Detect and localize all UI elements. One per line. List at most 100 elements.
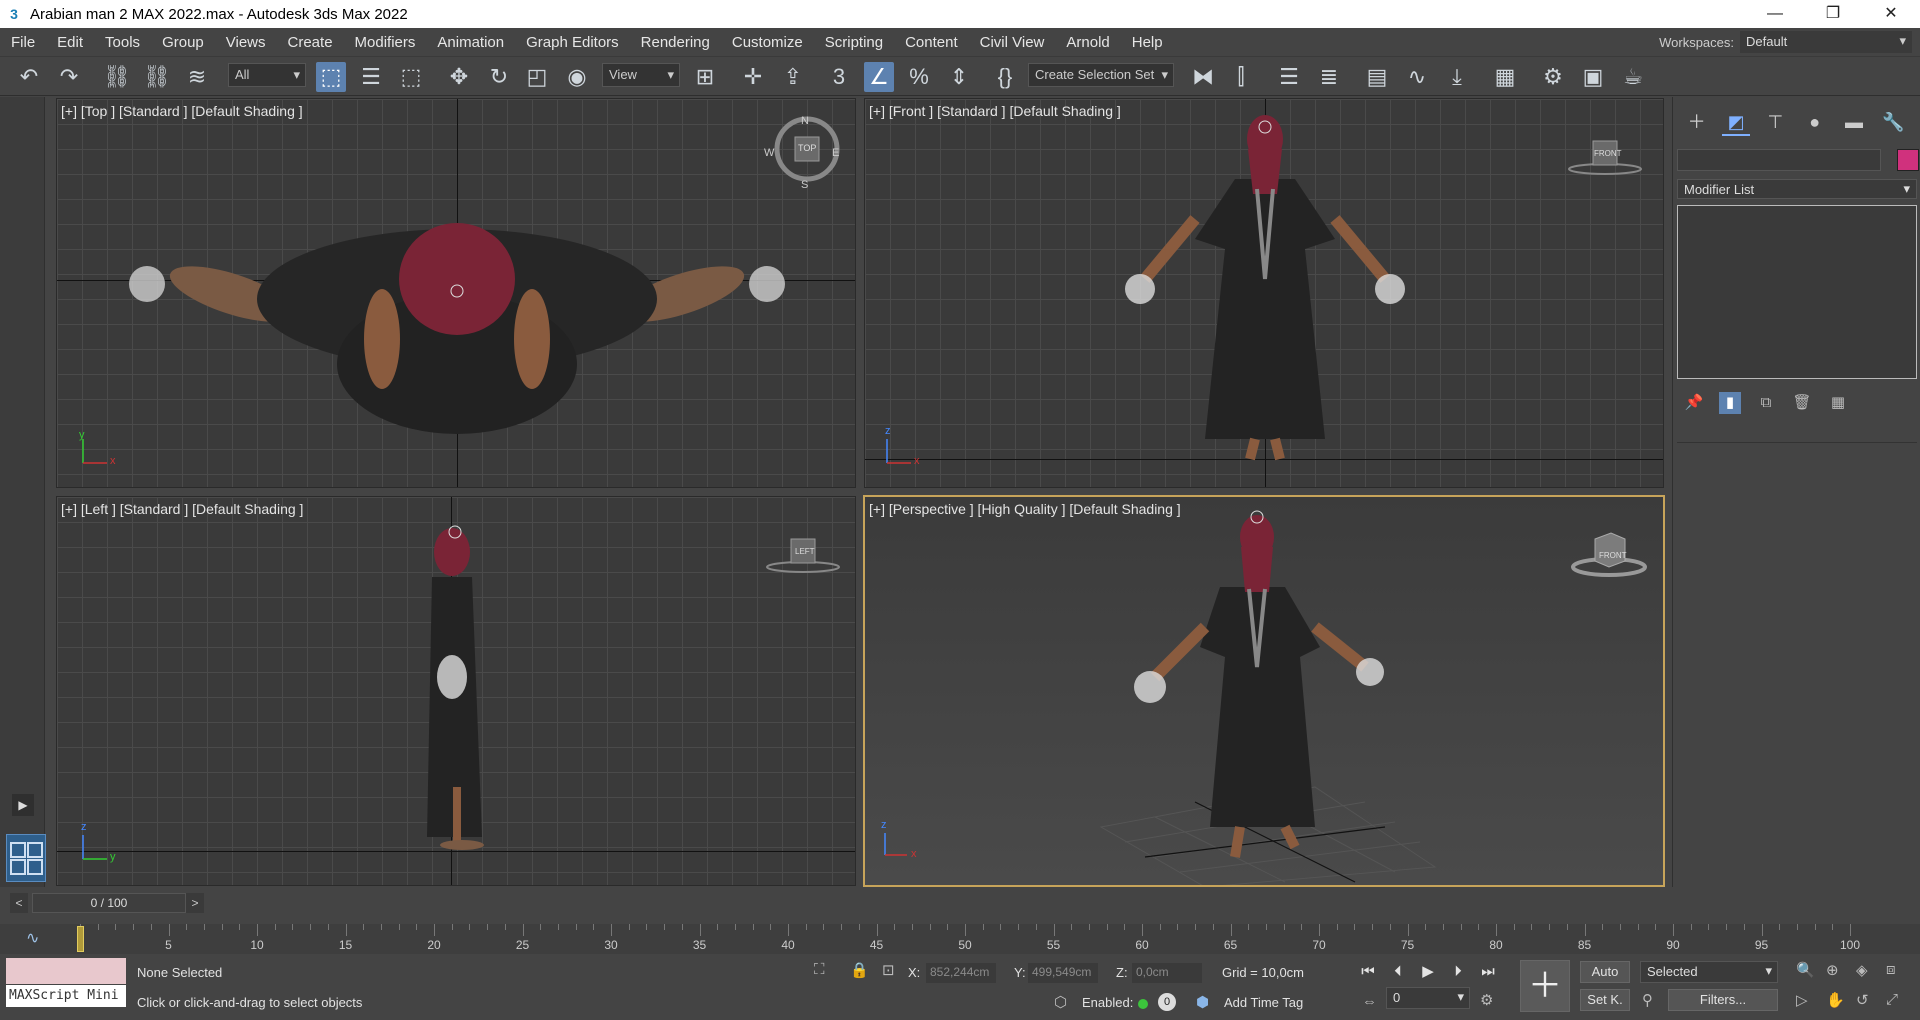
unlink-icon[interactable]: ⛓ [142, 62, 172, 92]
mirror-icon[interactable]: ⧓ [1188, 62, 1218, 92]
viewport-top[interactable]: [+] [Top ] [Standard ] [Default Shading … [56, 98, 856, 488]
pivot-icon[interactable]: ⊞ [690, 62, 720, 92]
previous-frame-icon[interactable]: ⏴ [1386, 961, 1410, 983]
curve-editor-toggle-icon[interactable]: ∿ [26, 928, 39, 948]
expand-layouts-icon[interactable]: ▶ [12, 794, 34, 816]
display-tab-icon[interactable]: ▬ [1840, 108, 1868, 136]
current-frame-marker[interactable] [77, 926, 84, 952]
object-name-field[interactable] [1677, 149, 1881, 171]
move-icon[interactable]: ✥ [444, 62, 474, 92]
redo-icon[interactable]: ↷ [54, 62, 84, 92]
menu-modifiers[interactable]: Modifiers [344, 34, 427, 51]
make-unique-icon[interactable]: ⧉ [1755, 392, 1777, 414]
y-coordinate-field[interactable]: 499,549cm [1028, 963, 1098, 983]
rectangular-selection-icon[interactable]: ⬚ [396, 62, 426, 92]
menu-scripting[interactable]: Scripting [814, 34, 894, 51]
menu-group[interactable]: Group [151, 34, 215, 51]
motion-tab-icon[interactable]: ● [1801, 108, 1829, 136]
absolute-mode-icon[interactable]: ⊡ [882, 961, 895, 979]
reference-coord-select[interactable]: View [602, 63, 680, 87]
create-tab-icon[interactable]: ＋ [1683, 108, 1711, 136]
add-time-tag[interactable]: Add Time Tag [1224, 995, 1303, 1010]
scale-icon[interactable]: ◰ [522, 62, 552, 92]
show-end-result-icon[interactable]: ▮ [1719, 392, 1741, 414]
modifier-stack[interactable] [1677, 205, 1917, 379]
close-button[interactable]: ✕ [1862, 0, 1920, 28]
menu-content[interactable]: Content [894, 34, 969, 51]
bind-spacewarp-icon[interactable]: ≋ [182, 62, 212, 92]
maximize-viewport-icon[interactable]: ⤢ [1886, 991, 1898, 1008]
menu-create[interactable]: Create [277, 34, 344, 51]
set-key-button[interactable]: Set K. [1580, 989, 1630, 1011]
minimize-button[interactable]: — [1746, 0, 1804, 28]
utilities-tab-icon[interactable]: 🔧 [1879, 108, 1907, 136]
go-to-start-icon[interactable]: ⏮ [1356, 961, 1380, 983]
time-slider-prev-button[interactable]: < [10, 893, 28, 913]
selection-lock-icon[interactable]: 🔒 [850, 961, 869, 979]
set-key-big-button[interactable]: ＋ [1520, 960, 1570, 1012]
hierarchy-tab-icon[interactable]: ⊤ [1761, 108, 1789, 136]
menu-views[interactable]: Views [215, 34, 277, 51]
menu-civil-view[interactable]: Civil View [969, 34, 1056, 51]
viewport-layout-button[interactable] [6, 834, 46, 882]
select-by-name-icon[interactable]: ☰ [356, 62, 386, 92]
select-object-icon[interactable]: ⬚ [316, 62, 346, 92]
key-filter-select[interactable]: Selected [1640, 961, 1778, 983]
keyboard-shortcut-icon[interactable]: ⇪ [778, 62, 808, 92]
zoom-extents-icon[interactable]: ◈ [1856, 961, 1868, 979]
time-slider-thumb[interactable]: 0 / 100 [32, 893, 186, 913]
edit-named-selection-icon[interactable]: {} [990, 62, 1020, 92]
menu-tools[interactable]: Tools [94, 34, 151, 51]
scene-explorer-icon[interactable]: ☰ [1274, 62, 1304, 92]
viewport-front[interactable]: [+] [Front ] [Standard ] [Default Shadin… [864, 98, 1664, 488]
current-frame-field[interactable]: 0 [1386, 987, 1470, 1009]
viewport-left[interactable]: [+] [Left ] [Standard ] [Default Shading… [56, 496, 856, 886]
menu-help[interactable]: Help [1121, 34, 1174, 51]
orbit-icon[interactable]: ↺ [1856, 991, 1869, 1009]
rendered-frame-window-icon[interactable]: ▣ [1578, 62, 1608, 92]
object-color-swatch[interactable] [1897, 149, 1919, 171]
z-coordinate-field[interactable]: 0,0cm [1132, 963, 1202, 983]
selection-filter-select[interactable]: All [228, 63, 306, 87]
track-bar[interactable]: ∿ 05101520253035404550556065707580859095… [0, 924, 1920, 954]
key-mode-icon[interactable]: ⚲ [1642, 991, 1653, 1009]
dope-sheet-icon[interactable]: ⤓ [1442, 62, 1472, 92]
material-editor-icon[interactable]: ▦ [1490, 62, 1520, 92]
key-filters-button[interactable]: Filters... [1668, 989, 1778, 1011]
zoom-extents-all-icon[interactable]: ⧈ [1886, 961, 1896, 978]
viewcube-left[interactable] [763, 531, 843, 581]
viewport-perspective[interactable]: [+] [Perspective ] [High Quality ] [Defa… [863, 495, 1665, 887]
modifier-list-dropdown[interactable]: Modifier List [1677, 179, 1917, 199]
rotate-icon[interactable]: ↻ [484, 62, 514, 92]
layer-explorer-icon[interactable]: ≣ [1314, 62, 1344, 92]
play-icon[interactable]: ▶ [1416, 961, 1440, 983]
select-manipulate-icon[interactable]: ✛ [738, 62, 768, 92]
ribbon-toggle-icon[interactable]: ▤ [1362, 62, 1392, 92]
remove-modifier-icon[interactable]: 🗑 [1791, 392, 1813, 414]
modify-tab-icon[interactable]: ◩ [1721, 108, 1750, 136]
time-slider-next-button[interactable]: > [186, 893, 204, 913]
spinner-snap-icon[interactable]: ⇕ [944, 62, 974, 92]
configure-modifier-sets-icon[interactable]: ▦ [1827, 392, 1849, 414]
enabled-count-badge[interactable]: 0 [1158, 993, 1176, 1011]
adaptive-degradation-icon[interactable]: ⬡ [1054, 993, 1067, 1011]
menu-animation[interactable]: Animation [426, 34, 515, 51]
menu-file[interactable]: File [0, 34, 46, 51]
menu-edit[interactable]: Edit [46, 34, 94, 51]
percent-snap-icon[interactable]: % [904, 62, 934, 92]
pan-view-icon[interactable]: ✋ [1826, 991, 1845, 1009]
auto-key-button[interactable]: Auto [1580, 961, 1630, 983]
angle-snap-icon[interactable]: ∠ [864, 62, 894, 92]
render-production-icon[interactable]: ☕ [1618, 62, 1648, 92]
menu-graph-editors[interactable]: Graph Editors [515, 34, 630, 51]
curve-editor-icon[interactable]: ∿ [1402, 62, 1432, 92]
link-icon[interactable]: ⛓ [102, 62, 132, 92]
next-frame-icon[interactable]: ⏵ [1446, 961, 1470, 983]
field-of-view-icon[interactable]: ▷ [1796, 991, 1808, 1009]
x-coordinate-field[interactable]: 852,244cm [926, 963, 996, 983]
render-setup-icon[interactable]: ⚙ [1538, 62, 1568, 92]
snaps-toggle-icon[interactable]: 3 [824, 62, 854, 92]
menu-arnold[interactable]: Arnold [1055, 34, 1120, 51]
maxscript-mini-listener[interactable]: MAXScript Mini [6, 985, 126, 1007]
pin-stack-icon[interactable]: 📌 [1683, 392, 1705, 414]
